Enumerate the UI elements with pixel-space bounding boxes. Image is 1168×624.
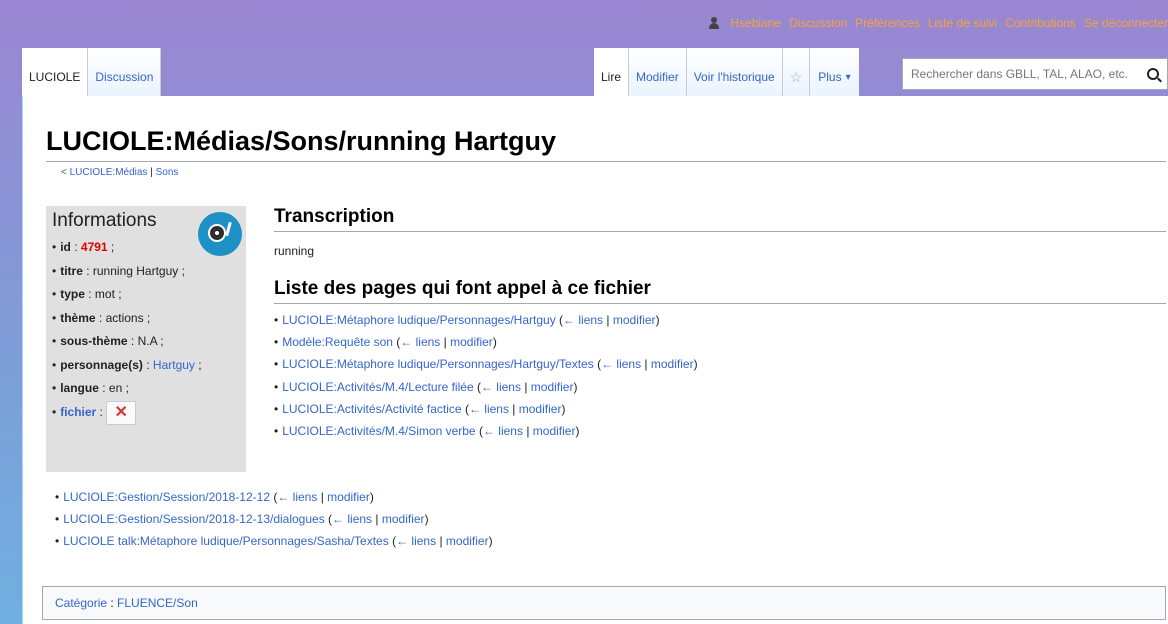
whatlinkshere-link[interactable]: ← liens: [481, 380, 521, 394]
category-fluence-son[interactable]: FLUENCE/Son: [117, 596, 198, 610]
personnage-link[interactable]: Hartguy: [153, 358, 195, 372]
edit-link[interactable]: modifier: [533, 424, 576, 438]
view-tabs: Lire Modifier Voir l'historique ☆ Plus ▾: [594, 48, 859, 96]
user-icon: [708, 17, 720, 29]
chevron-down-icon: ▾: [845, 71, 851, 83]
tab-history[interactable]: Voir l'historique: [686, 48, 783, 96]
logout-link[interactable]: Se déconnecter: [1084, 16, 1168, 30]
id-value: 4791: [80, 240, 108, 254]
usage-heading: Liste des pages qui font appel à ce fich…: [274, 278, 1166, 304]
page-link[interactable]: LUCIOLE talk:Métaphore ludique/Personnag…: [63, 534, 389, 548]
more-label: Plus: [818, 70, 842, 84]
username-link[interactable]: Hsebiane: [730, 16, 781, 30]
main-column: Transcription running Liste des pages qu…: [274, 206, 1166, 442]
star-icon: ☆: [789, 68, 803, 85]
list-item: LUCIOLE:Gestion/Session/2018-12-13/dialo…: [55, 508, 493, 530]
usage-list: LUCIOLE:Métaphore ludique/Personnages/Ha…: [274, 309, 1166, 442]
list-item: LUCIOLE:Métaphore ludique/Personnages/Ha…: [274, 353, 1166, 375]
fichier-link[interactable]: fichier: [60, 405, 96, 419]
tab-page[interactable]: LUCIOLE: [22, 48, 89, 96]
tab-read[interactable]: Lire: [594, 48, 630, 96]
page-link[interactable]: LUCIOLE:Métaphore ludique/Personnages/Ha…: [282, 313, 556, 327]
page-link[interactable]: Modèle:Requête son: [282, 335, 393, 349]
personal-tools: Hsebiane Discussion Préférences Liste de…: [708, 14, 1168, 32]
whatlinkshere-link[interactable]: ← liens: [277, 490, 317, 504]
missing-file-icon[interactable]: ✕: [106, 400, 137, 425]
list-item: LUCIOLE:Métaphore ludique/Personnages/Ha…: [274, 309, 1166, 331]
contributions-link[interactable]: Contributions: [1005, 16, 1076, 30]
tab-edit[interactable]: Modifier: [629, 48, 687, 96]
personal-discussion-link[interactable]: Discussion: [789, 16, 847, 30]
search-box[interactable]: Rechercher dans GBLL, TAL, ALAO, etc.: [902, 58, 1168, 90]
whatlinkshere-link[interactable]: ← liens: [563, 313, 603, 327]
edit-link[interactable]: modifier: [382, 512, 425, 526]
breadcrumb-sep: |: [147, 167, 156, 178]
breadcrumb-link-sons[interactable]: Sons: [156, 167, 179, 178]
watch-star[interactable]: ☆: [782, 48, 811, 96]
tab-discussion[interactable]: Discussion: [88, 48, 162, 96]
edit-link[interactable]: modifier: [531, 380, 574, 394]
whatlinkshere-link[interactable]: ← liens: [601, 357, 641, 371]
edit-link[interactable]: modifier: [651, 357, 694, 371]
content-area: LUCIOLE:Médias/Sons/running Hartguy < LU…: [22, 96, 1168, 624]
category-label[interactable]: Catégorie: [55, 596, 107, 610]
page-link[interactable]: LUCIOLE:Activités/M.4/Lecture filée: [282, 380, 473, 394]
page-link[interactable]: LUCIOLE:Gestion/Session/2018-12-12: [63, 490, 270, 504]
usage-list-continued: LUCIOLE:Gestion/Session/2018-12-12 (← li…: [55, 486, 493, 553]
category-links: Catégorie : FLUENCE/Son: [42, 586, 1166, 620]
whatlinkshere-link[interactable]: ← liens: [396, 534, 436, 548]
breadcrumb-prefix: <: [61, 167, 70, 178]
breadcrumb: < LUCIOLE:Médias | Sons: [61, 167, 178, 178]
list-item: LUCIOLE:Gestion/Session/2018-12-12 (← li…: [55, 486, 493, 508]
search-icon[interactable]: [1147, 68, 1159, 80]
preferences-link[interactable]: Préférences: [855, 16, 920, 30]
breadcrumb-link-medias[interactable]: LUCIOLE:Médias: [70, 167, 148, 178]
whatlinkshere-link[interactable]: ← liens: [332, 512, 372, 526]
page-link[interactable]: LUCIOLE:Activités/M.4/Simon verbe: [282, 424, 475, 438]
whatlinkshere-link[interactable]: ← liens: [400, 335, 440, 349]
turntable-icon: [198, 212, 242, 256]
infobox: Informations id : 4791 ; titre : running…: [46, 206, 246, 472]
info-sous-theme: sous-thème : N.A ;: [52, 330, 240, 354]
search-input[interactable]: Rechercher dans GBLL, TAL, ALAO, etc.: [911, 67, 1147, 81]
edit-link[interactable]: modifier: [446, 534, 489, 548]
page-link[interactable]: LUCIOLE:Activités/Activité factice: [282, 402, 461, 416]
list-item: LUCIOLE:Activités/M.4/Lecture filée (← l…: [274, 376, 1166, 398]
info-langue: langue : en ;: [52, 377, 240, 401]
edit-link[interactable]: modifier: [450, 335, 493, 349]
whatlinkshere-link[interactable]: ← liens: [469, 402, 509, 416]
list-item: LUCIOLE:Activités/M.4/Simon verbe (← lie…: [274, 420, 1166, 442]
page-link[interactable]: LUCIOLE:Gestion/Session/2018-12-13/dialo…: [63, 512, 325, 526]
edit-link[interactable]: modifier: [613, 313, 656, 327]
page-link[interactable]: LUCIOLE:Métaphore ludique/Personnages/Ha…: [282, 357, 594, 371]
more-menu[interactable]: Plus ▾: [810, 48, 859, 96]
edit-link[interactable]: modifier: [327, 490, 370, 504]
info-personnage: personnage(s) : Hartguy ;: [52, 354, 240, 378]
info-type: type : mot ;: [52, 283, 240, 307]
info-fichier: fichier : ✕: [52, 400, 240, 425]
transcription-text: running: [274, 244, 315, 258]
page-title: LUCIOLE:Médias/Sons/running Hartguy: [46, 126, 1166, 162]
whatlinkshere-link[interactable]: ← liens: [483, 424, 523, 438]
list-item: LUCIOLE talk:Métaphore ludique/Personnag…: [55, 530, 492, 552]
info-titre: titre : running Hartguy ;: [52, 260, 240, 284]
transcription-heading: Transcription: [274, 206, 1166, 232]
namespace-tabs: LUCIOLE Discussion: [22, 48, 162, 96]
info-theme: thème : actions ;: [52, 307, 240, 331]
list-item: LUCIOLE:Activités/Activité factice (← li…: [274, 398, 1166, 420]
watchlist-link[interactable]: Liste de suivi: [928, 16, 997, 30]
edit-link[interactable]: modifier: [519, 402, 562, 416]
list-item: Modèle:Requête son (← liens | modifier): [274, 331, 1166, 353]
